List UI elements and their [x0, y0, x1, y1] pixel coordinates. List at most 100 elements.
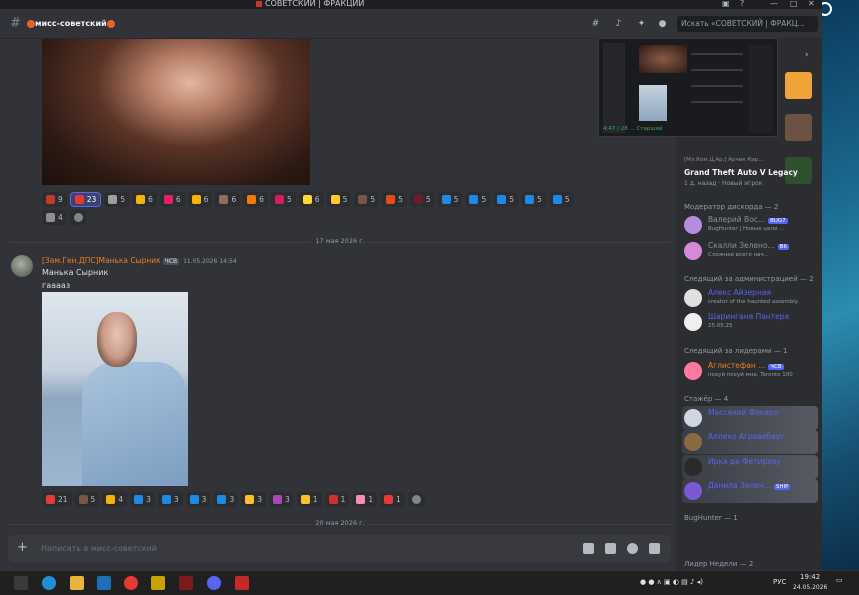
note-icon — [108, 195, 118, 204]
heart-eyes-icon — [191, 195, 201, 204]
reaction-button[interactable]: 23 — [69, 192, 102, 207]
clock-date[interactable]: 24.05.2026 — [793, 584, 827, 591]
member-item[interactable]: Алекс Айзерная creator of the haunted ass… — [682, 286, 818, 310]
reaction-button[interactable]: 5 — [409, 192, 435, 207]
message-author[interactable]: [Зам.Ген.ДПС]Манька Сырник ЧСВ 11.05.2026 … — [42, 256, 237, 265]
app-icon[interactable] — [179, 576, 193, 590]
reaction-button[interactable]: 6 — [132, 192, 157, 207]
reaction-button[interactable]: 3 — [269, 492, 294, 507]
reaction-button[interactable]: 5 — [465, 192, 491, 207]
members-icon[interactable]: ● — [657, 19, 668, 30]
reaction-button[interactable]: 5 — [271, 192, 296, 207]
stream-preview[interactable]: 4:47 | 28 ... Старший — [598, 38, 778, 137]
notification-icon[interactable]: ▭ — [836, 576, 843, 584]
inbox-icon[interactable]: ▣ — [722, 0, 730, 8]
reaction-button[interactable]: 5 — [382, 192, 407, 207]
member-item[interactable]: Ирка де Фетирхоу — [682, 455, 818, 479]
search-icon[interactable] — [14, 576, 28, 590]
add-reaction-button[interactable] — [69, 210, 87, 225]
reaction-button[interactable]: 9 — [42, 192, 67, 207]
reaction-button[interactable]: 1 — [296, 492, 322, 507]
mute-icon[interactable]: ♪ — [613, 19, 624, 30]
apps-icon[interactable] — [649, 543, 660, 554]
store-icon[interactable] — [97, 576, 111, 590]
message-composer[interactable]: + Написать в мисс-советский — [8, 535, 671, 562]
reaction-button[interactable]: 5 — [326, 192, 352, 207]
sticker-icon[interactable] — [627, 543, 638, 554]
member-item[interactable]: Аллеко Агравебаус — [682, 430, 818, 454]
bird-icon — [245, 495, 255, 504]
reaction-button[interactable]: 6 — [159, 192, 185, 207]
reaction-button[interactable]: 6 — [187, 192, 213, 207]
reaction-button[interactable]: 1 — [380, 492, 405, 507]
close-icon[interactable]: ✕ — [808, 0, 815, 8]
fire-icon — [247, 195, 257, 204]
member-name: Массяний Фокаро — [708, 408, 778, 417]
reaction-button[interactable]: 3 — [241, 492, 267, 507]
avatar[interactable] — [11, 255, 33, 277]
reaction-button[interactable]: 1 — [352, 492, 378, 507]
yandex-icon[interactable] — [124, 576, 138, 590]
message-text-1: Манька Сырник — [42, 268, 109, 277]
message-image-1[interactable] — [42, 39, 310, 185]
chevron-right-icon[interactable]: › — [805, 50, 809, 60]
edge-icon[interactable] — [42, 576, 56, 590]
reaction-count: 1 — [312, 495, 318, 504]
reaction-button[interactable]: 5 — [493, 192, 519, 207]
clock-time[interactable]: 19:42 — [800, 573, 820, 581]
member-item[interactable]: Валерий Вос... BUG7 BugHunter | Новые цели… — [682, 213, 818, 237]
gift-icon[interactable] — [583, 543, 594, 554]
game-icon[interactable] — [785, 72, 812, 99]
threads-icon[interactable]: # — [590, 19, 601, 30]
member-item[interactable]: Данила Зелен... SHIP — [682, 479, 818, 503]
author-name[interactable]: [Зам.Ген.ДПС]Манька Сырник — [42, 256, 161, 265]
reaction-button[interactable]: 5 — [74, 492, 100, 507]
stream-detail — [691, 101, 743, 103]
member-item[interactable]: Аглистефан ... ЧСВ похуй похуй мне, Toront… — [682, 359, 818, 383]
reaction-button[interactable]: 5 — [354, 192, 380, 207]
reaction-count: 5 — [564, 195, 570, 204]
reaction-button[interactable]: 6 — [215, 192, 241, 207]
game-user[interactable]: [Мл.Ком.Ц.Ар.] Арчик Кир... — [684, 157, 764, 163]
language-indicator[interactable]: РУС — [773, 578, 786, 586]
reaction-button[interactable]: 4 — [102, 492, 128, 507]
member-item[interactable]: Скалли Зелено... ВII Сложнее всего нач... — [682, 239, 818, 263]
message-text-2: гааааз — [42, 281, 71, 290]
reaction-button[interactable]: 5 — [437, 192, 463, 207]
reaction-button[interactable]: 5 — [548, 192, 574, 207]
member-item[interactable]: Массяний Фокаро — [682, 406, 818, 430]
game-status: 1 д. назад · Новый игрок — [684, 180, 763, 187]
avatar — [684, 433, 702, 451]
member-item[interactable]: Шарингана Пантера 25.05.25 — [682, 310, 818, 334]
minimize-icon[interactable]: — — [770, 0, 778, 8]
reaction-button[interactable]: 5 — [521, 192, 546, 207]
app-icon[interactable] — [151, 576, 165, 590]
member-badge: SHIP — [773, 484, 791, 490]
reaction-button[interactable]: 5 — [104, 192, 130, 207]
reaction-button[interactable]: 1 — [324, 492, 350, 507]
composer-placeholder[interactable]: Написать в мисс-советский — [41, 544, 157, 553]
help-icon[interactable]: ? — [740, 0, 744, 8]
pin-icon[interactable]: ✦ — [636, 19, 647, 30]
app-icon[interactable] — [235, 576, 249, 590]
add-reaction-button[interactable] — [407, 492, 425, 507]
reaction-button[interactable]: 21 — [42, 492, 72, 507]
reaction-count: 4 — [58, 213, 63, 222]
gif-icon[interactable] — [605, 543, 616, 554]
discord-icon[interactable] — [207, 576, 221, 590]
message-image-2[interactable] — [42, 292, 188, 486]
reaction-button[interactable]: 6 — [243, 192, 269, 207]
reaction-button[interactable]: 3 — [157, 492, 183, 507]
reaction-button[interactable]: 3 — [213, 492, 239, 507]
explorer-icon[interactable] — [70, 576, 84, 590]
tray-icons[interactable]: ● ● ∧ ▣ ◐ ▤ ♪ ◂) — [640, 578, 703, 586]
reaction-button[interactable]: 4 — [42, 210, 67, 225]
reaction-button[interactable]: 3 — [185, 492, 211, 507]
reaction-button[interactable]: 6 — [298, 192, 324, 207]
maximize-icon[interactable]: □ — [790, 0, 798, 8]
game-icon[interactable] — [785, 114, 812, 141]
reaction-button[interactable]: 3 — [130, 492, 155, 507]
search-input[interactable]: Искать «СОВЕТСКИЙ | ФРАКЦ... — [677, 16, 818, 32]
date-divider: 20 мая 2026 г. — [10, 519, 670, 527]
add-attachment-icon[interactable]: + — [17, 540, 28, 555]
